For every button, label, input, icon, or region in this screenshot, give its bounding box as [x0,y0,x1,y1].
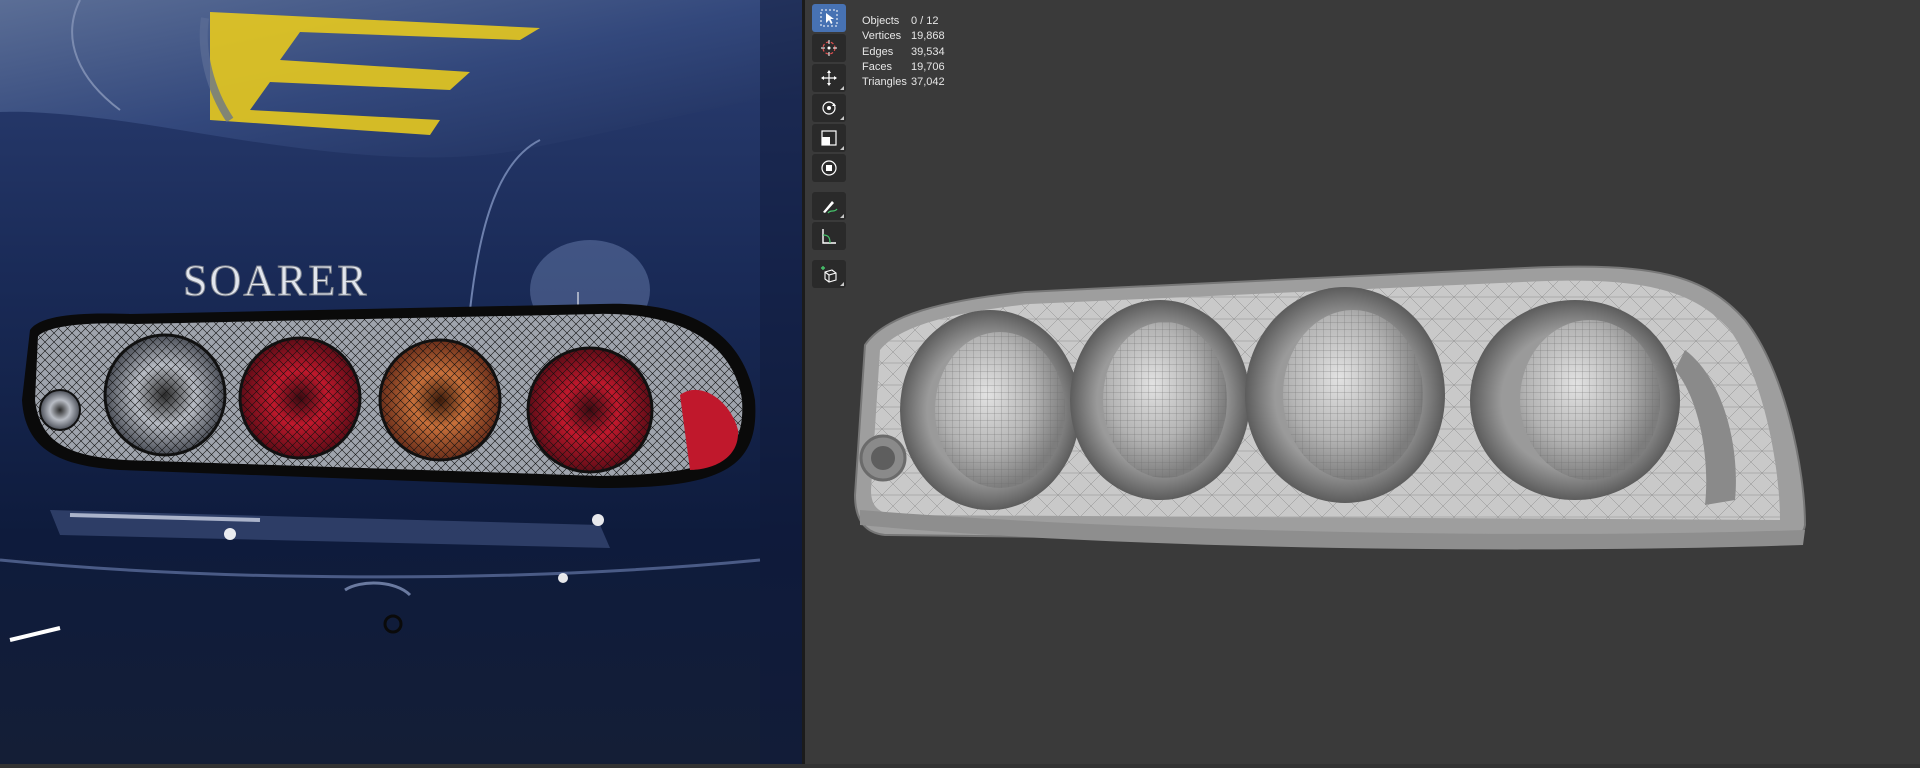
measure-ruler-icon[interactable] [812,222,846,250]
stat-value: 0 / 12 [911,15,939,27]
tool-shelf [810,4,848,290]
stat-row-vertices: Vertices 19,868 [862,29,945,44]
taillight-mesh-model [853,265,1807,550]
stat-label: Triangles [862,76,907,89]
stat-row-edges: Edges 39,534 [862,45,945,60]
transform-icon[interactable] [812,154,846,182]
scene-statistics: Objects 0 / 12 Vertices 19,868 Edges 39,… [862,14,945,90]
stat-row-triangles: Triangles 37,042 [862,75,945,90]
stat-value: 19,868 [911,30,945,43]
add-cube-icon[interactable] [812,260,846,288]
stat-label: Edges [862,45,894,58]
cursor-select-icon[interactable] [812,4,846,32]
annotate-pencil-icon[interactable] [812,192,846,220]
move-arrows-icon[interactable] [812,64,846,92]
rotate-icon[interactable] [812,94,846,122]
stat-value: 39,534 [911,45,945,58]
stat-label: Faces [862,60,892,73]
stat-row-faces: Faces 19,706 [862,60,945,75]
soarer-badge: SOARER [183,256,369,305]
car-reference-photo: SOARER [0,0,802,764]
stat-value: 37,042 [911,76,945,89]
stat-value: 19,706 [911,60,945,73]
reference-photo-panel: SOARER [0,0,802,764]
stat-label: Vertices [862,30,902,43]
3d-cursor-icon[interactable] [812,34,846,62]
stat-row-objects: Objects 0 / 12 [862,14,945,29]
stat-label: Objects [862,15,900,27]
3d-viewport[interactable] [805,0,1920,764]
scale-icon[interactable] [812,124,846,152]
